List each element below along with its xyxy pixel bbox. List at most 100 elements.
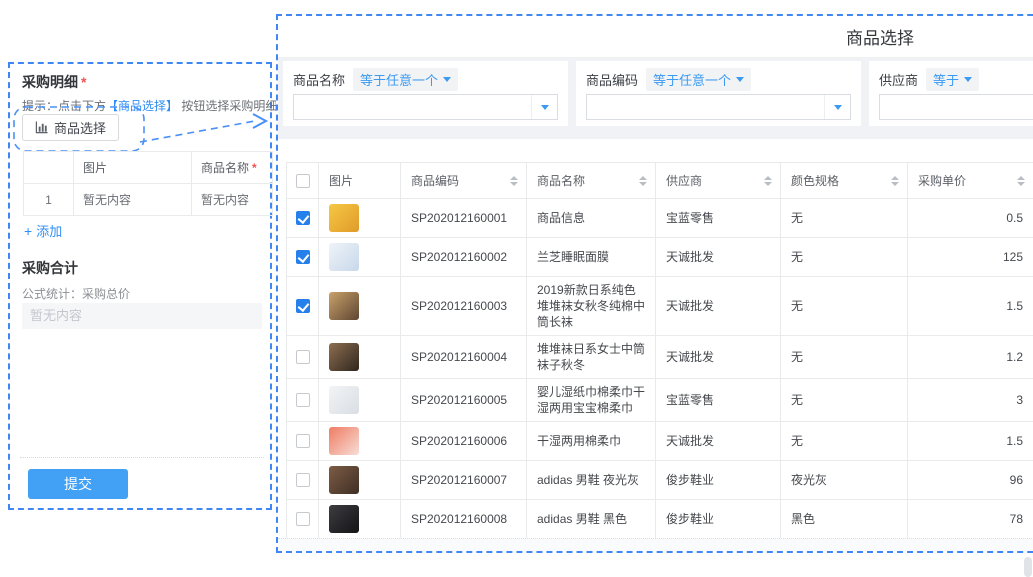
filter-field-label: 供应商 <box>879 70 918 89</box>
dropdown-arrow-icon[interactable] <box>824 95 850 119</box>
column-header-5[interactable]: 采购单价 <box>908 163 1033 199</box>
dropdown-arrow-icon[interactable] <box>531 95 557 119</box>
product-image-sock-stack <box>329 292 359 320</box>
supplier-cell: 宝蓝零售 <box>656 379 781 422</box>
column-header-4[interactable]: 颜色规格 <box>781 163 908 199</box>
row-checkbox[interactable] <box>296 473 310 487</box>
sort-icon[interactable] <box>639 176 647 186</box>
modal-footer <box>278 538 1033 551</box>
spec-cell: 无 <box>781 199 908 238</box>
filter-card-supplier: 供应商 等于 <box>869 61 1033 126</box>
purchase-total-field: 暂无内容 <box>22 303 262 329</box>
spec-cell: 无 <box>781 277 908 336</box>
filter-value-input[interactable] <box>587 95 824 119</box>
chevron-down-icon <box>964 77 972 82</box>
product-image-brown-sneaker <box>329 466 359 494</box>
product-image-sleeping-mask-box <box>329 243 359 271</box>
supplier-cell: 俊步鞋业 <box>656 461 781 500</box>
image-column-header: 图片 <box>74 152 192 184</box>
filter-value-combobox[interactable] <box>293 94 558 120</box>
spec-cell: 无 <box>781 422 908 461</box>
filter-operator-dropdown[interactable]: 等于任意一个 <box>353 68 458 91</box>
filter-operator-dropdown[interactable]: 等于任意一个 <box>646 68 751 91</box>
filter-card-product-code: 商品编码 等于任意一个 <box>576 61 861 126</box>
price-cell: 1.5 <box>908 422 1033 461</box>
product-code-cell: SP202012160003 <box>401 277 527 336</box>
add-row-button[interactable]: +添加 <box>24 221 62 240</box>
scrollbar-thumb[interactable] <box>1024 557 1032 577</box>
product-image-baby-wipes-pack <box>329 386 359 414</box>
price-cell: 96 <box>908 461 1033 500</box>
column-header-2[interactable]: 商品名称 <box>527 163 656 199</box>
filter-value-input[interactable] <box>880 95 1033 119</box>
name-cell: 暂无内容 <box>192 184 273 216</box>
filter-value-input[interactable] <box>294 95 531 119</box>
table-header-row: 图片商品编码商品名称供应商颜色规格采购单价 <box>287 163 1033 199</box>
row-checkbox[interactable] <box>296 393 310 407</box>
product-row: SP202012160008 adidas 男鞋 黑色 俊步鞋业 黑色 78 <box>287 500 1033 539</box>
column-header-0: 图片 <box>319 163 401 199</box>
product-image-single-sock <box>329 343 359 371</box>
price-cell: 3 <box>908 379 1033 422</box>
row-checkbox[interactable] <box>296 350 310 364</box>
filter-value-combobox[interactable] <box>879 94 1033 120</box>
product-row: SP202012160005 婴儿湿纸巾棉柔巾干湿两用宝宝棉柔巾 宝蓝零售 无 … <box>287 379 1033 422</box>
product-code-cell: SP202012160004 <box>401 336 527 379</box>
row-checkbox[interactable] <box>296 434 310 448</box>
price-cell: 78 <box>908 500 1033 539</box>
hint-text: 提示：点击下方【商品选择】 按钮选择采购明细商品 <box>22 97 301 114</box>
column-header-3[interactable]: 供应商 <box>656 163 781 199</box>
row-checkbox[interactable] <box>296 512 310 526</box>
price-cell: 0.5 <box>908 199 1033 238</box>
select-all-checkbox[interactable] <box>296 174 310 188</box>
product-code-cell: SP202012160007 <box>401 461 527 500</box>
product-image-black-sneaker <box>329 505 359 533</box>
sort-icon[interactable] <box>891 176 899 186</box>
product-code-cell: SP202012160008 <box>401 500 527 539</box>
filter-value-combobox[interactable] <box>586 94 851 120</box>
product-code-cell: SP202012160001 <box>401 199 527 238</box>
sort-icon[interactable] <box>764 176 772 186</box>
purchase-detail-table: 图片 商品名称* 1 暂无内容 暂无内容 <box>23 151 273 216</box>
column-header-1[interactable]: 商品编码 <box>401 163 527 199</box>
modal-title: 商品选择 <box>846 24 914 49</box>
filter-field-label: 商品编码 <box>586 70 638 89</box>
row-number-cell: 1 <box>24 184 74 216</box>
row-checkbox[interactable] <box>296 299 310 313</box>
sort-icon[interactable] <box>1017 176 1025 186</box>
product-select-button[interactable]: 商品选择 <box>22 114 119 141</box>
product-name-cell: 堆堆袜日系女士中筒袜子秋冬 <box>527 336 656 379</box>
supplier-cell: 宝蓝零售 <box>656 199 781 238</box>
product-code-cell: SP202012160002 <box>401 238 527 277</box>
hint-link: 【商品选择】 <box>106 99 178 113</box>
formula-label: 公式统计：采购总价 <box>22 285 130 302</box>
supplier-cell: 天诚批发 <box>656 277 781 336</box>
sort-icon[interactable] <box>510 176 518 186</box>
spec-cell: 夜光灰 <box>781 461 908 500</box>
supplier-cell: 天诚批发 <box>656 336 781 379</box>
product-row: SP202012160006 干湿两用棉柔巾 天诚批发 无 1.5 <box>287 422 1033 461</box>
product-row: SP202012160003 2019新款日系纯色堆堆袜女秋冬纯棉中筒长袜 天诚… <box>287 277 1033 336</box>
submit-button[interactable]: 提交 <box>28 469 128 499</box>
product-name-cell: 婴儿湿纸巾棉柔巾干湿两用宝宝棉柔巾 <box>527 379 656 422</box>
row-number-header <box>24 152 74 184</box>
product-name-cell: 兰芝睡眠面膜 <box>527 238 656 277</box>
divider <box>20 457 264 458</box>
filter-field-label: 商品名称 <box>293 70 345 89</box>
product-code-cell: SP202012160006 <box>401 422 527 461</box>
filter-card-product-name: 商品名称 等于任意一个 <box>283 61 568 126</box>
name-column-header: 商品名称* <box>192 152 273 184</box>
row-checkbox[interactable] <box>296 211 310 225</box>
product-table: 图片商品编码商品名称供应商颜色规格采购单价 SP202012160001 商品信… <box>286 162 1033 539</box>
product-name-cell: adidas 男鞋 夜光灰 <box>527 461 656 500</box>
panel-title: 采购明细* <box>22 72 86 92</box>
product-code-cell: SP202012160005 <box>401 379 527 422</box>
row-checkbox[interactable] <box>296 250 310 264</box>
supplier-cell: 天诚批发 <box>656 238 781 277</box>
required-asterisk: * <box>252 161 257 175</box>
product-name-cell: adidas 男鞋 黑色 <box>527 500 656 539</box>
product-image-yellow-snack-bag <box>329 204 359 232</box>
product-name-cell: 干湿两用棉柔巾 <box>527 422 656 461</box>
filter-operator-dropdown[interactable]: 等于 <box>926 68 979 91</box>
product-select-modal: 商品选择 商品名称 等于任意一个 商品编码 等于任意一个 <box>276 14 1033 553</box>
